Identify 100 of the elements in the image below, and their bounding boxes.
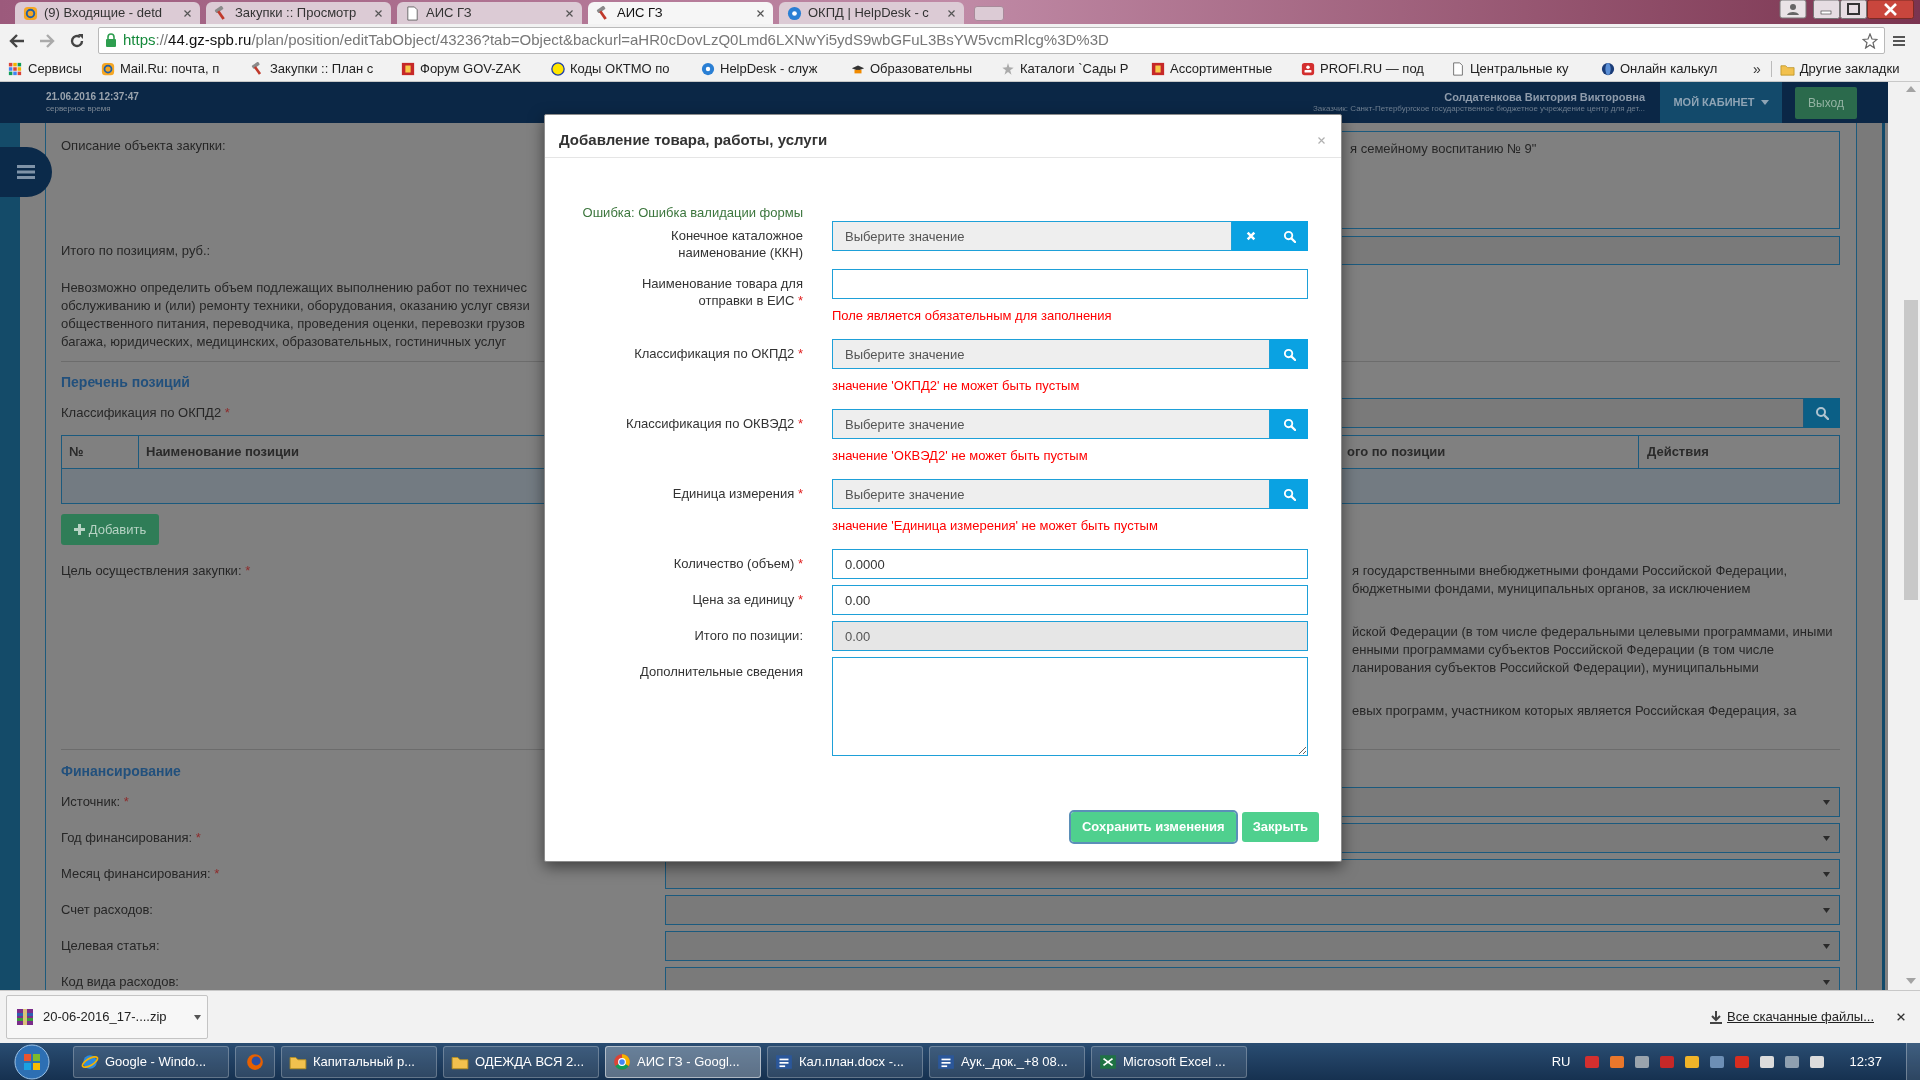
tray-icon[interactable] (1609, 1053, 1626, 1070)
tray-icon[interactable] (1684, 1053, 1701, 1070)
input-field[interactable]: 0.0000 (832, 549, 1308, 579)
menu-button[interactable] (0, 147, 52, 197)
page-icon (405, 5, 420, 21)
download-item[interactable]: 20-06-2016_17-....zip (6, 995, 208, 1039)
language-indicator[interactable]: RU (1551, 1051, 1571, 1072)
taskbar-button[interactable]: Аук._док._+8 08... (929, 1045, 1085, 1078)
close-icon[interactable] (1867, 0, 1914, 19)
bookmark-item[interactable]: Центральные ку (1451, 59, 1601, 79)
show-desktop-button[interactable] (1906, 1043, 1920, 1080)
input-field: 0.00 (832, 621, 1308, 651)
scroll-up-icon[interactable] (1906, 86, 1916, 92)
profile-icon[interactable] (1779, 0, 1807, 19)
browser-tab[interactable]: АИС ГЗ (397, 2, 582, 24)
spreadsheet-icon (1099, 1052, 1117, 1071)
field-label: Дополнительные сведения (639, 663, 803, 680)
close-icon[interactable] (1896, 1012, 1906, 1022)
field-label: Год финансирования: * (61, 829, 201, 847)
tray-icon[interactable] (1759, 1053, 1776, 1070)
select-field[interactable]: Выберите значение (832, 221, 1232, 251)
select-field[interactable] (665, 895, 1840, 925)
reload-icon[interactable] (68, 31, 86, 50)
field-label: Месяц финансирования: * (61, 865, 220, 883)
field-label: Итого по позициям, руб.: (61, 241, 211, 260)
cabinet-menu-button[interactable]: МОЙ КАБИНЕТ (1660, 82, 1782, 123)
note-text: Невозможно определить объем подлежащих выполнению работ по техничес (61, 279, 528, 297)
bookmark-item[interactable]: Онлайн калькул (1601, 59, 1751, 79)
windows-logo-icon[interactable] (14, 1043, 50, 1080)
url-field[interactable]: https://44.gz-spb.ru/plan/position/editTabObject/43236?tab=Object&backurl=aHR0cDovLzQ0Lmd6LXNwYi5ydS9wbGFuL3BsYW5vcmRlcg%3D%3D (98, 27, 1885, 54)
taskbar-button[interactable]: ОДЕЖДА ВСЯ 2... (443, 1045, 599, 1078)
caret-icon (1760, 100, 1769, 105)
apps-grid-icon (8, 62, 22, 76)
tray-icon[interactable] (1709, 1053, 1726, 1070)
browser-tab[interactable]: (9) Входящие - detd (15, 2, 200, 24)
browser-tab[interactable]: Закупки :: Просмотр (206, 2, 391, 24)
search-button[interactable] (1270, 409, 1308, 439)
bookmark-item[interactable]: Каталоги `Сады Р (1001, 59, 1151, 79)
select-field[interactable]: Выберите значение (832, 339, 1270, 369)
search-button[interactable] (1270, 479, 1308, 509)
browser-tab[interactable]: АИС ГЗ (588, 2, 773, 24)
all-downloads-link[interactable]: Все скачанные файлы... (1710, 1007, 1874, 1027)
bookmark-item[interactable]: PROFI.RU — под (1301, 59, 1451, 79)
table-header-cell-text: ого по позиции (1346, 443, 1447, 462)
select-field[interactable] (665, 859, 1840, 889)
taskbar-button[interactable] (235, 1045, 275, 1078)
search-button[interactable] (1270, 221, 1308, 251)
section-heading: Перечень позиций (61, 373, 190, 391)
globe-icon (1601, 62, 1615, 76)
forward-icon[interactable] (38, 31, 56, 50)
new-tab-button[interactable] (974, 6, 1004, 21)
maximize-icon[interactable] (1840, 0, 1867, 19)
option-text: енными программами субъектов Российской Федерации (в том числе (1352, 641, 1775, 659)
close-icon[interactable] (374, 8, 383, 18)
bookmark-item[interactable]: Коды ОКТМО по (551, 59, 701, 79)
tray-icon[interactable] (1809, 1053, 1826, 1070)
star-icon[interactable] (1862, 32, 1878, 49)
field-label: Код вида расходов: (61, 973, 179, 990)
bookmark-folder[interactable]: Другие закладки (1779, 59, 1900, 79)
caret-icon (1823, 979, 1830, 985)
select-field[interactable] (665, 931, 1840, 961)
bookmark-item[interactable]: Сервисы (8, 59, 101, 79)
select-field[interactable]: Выберите значение (832, 479, 1270, 509)
input-field[interactable] (832, 269, 1308, 299)
close-icon[interactable] (183, 8, 192, 18)
bookmark-item[interactable]: Ассортиментные (1151, 59, 1301, 79)
taskbar-button[interactable]: Microsoft Excel ... (1091, 1045, 1247, 1078)
close-icon[interactable] (947, 8, 956, 18)
bookmark-item[interactable]: HelpDesk - служ (701, 59, 851, 79)
field-label: Цель осуществления закупки: * (61, 562, 251, 580)
scroll-down-icon[interactable] (1906, 978, 1916, 984)
caret-icon[interactable] (194, 1014, 201, 1020)
menu-icon[interactable] (1892, 33, 1906, 48)
textarea-field[interactable] (832, 657, 1308, 756)
close-icon[interactable] (756, 8, 765, 18)
bookmark-item[interactable]: Форум GOV-ZAK (401, 59, 551, 79)
input-field[interactable]: 0.00 (832, 585, 1308, 615)
search-button[interactable] (1804, 398, 1840, 428)
customer-name: Заказчик: Санкт-Петербургское государственное бюджетное учреждение центр для дет... (1313, 103, 1645, 115)
bookmarks-overflow-button[interactable]: » (1753, 58, 1761, 80)
scrollbar[interactable] (1904, 300, 1918, 600)
taskbar-button[interactable]: Кал.план.docx -... (767, 1045, 923, 1078)
field-label: Классификация по ОКПД2 * (61, 404, 230, 422)
taskbar-button[interactable]: Google - Windo... (73, 1045, 229, 1078)
search-button[interactable] (1270, 339, 1308, 369)
taskbar-button[interactable]: Капитальный р... (281, 1045, 437, 1078)
clear-button[interactable] (1232, 221, 1270, 251)
tray-icon[interactable] (1634, 1053, 1651, 1070)
bookmark-item[interactable]: Образовательны (851, 59, 1001, 79)
browser-tab[interactable]: ОКПД | HelpDesk - с (779, 2, 964, 24)
select-field[interactable]: Выберите значение (832, 409, 1270, 439)
select-field[interactable] (665, 967, 1840, 990)
back-icon[interactable] (8, 31, 26, 50)
field-label: Единица измерения * (672, 485, 803, 502)
taskbar-button[interactable]: АИС ГЗ - Googl... (605, 1045, 761, 1078)
mail-icon (101, 62, 115, 76)
tray-icon[interactable] (1784, 1053, 1801, 1070)
bookmark-item[interactable]: Mail.Ru: почта, п (101, 59, 251, 79)
close-icon[interactable] (565, 8, 574, 18)
bookmark-item[interactable]: Закупки :: План с (251, 59, 401, 79)
